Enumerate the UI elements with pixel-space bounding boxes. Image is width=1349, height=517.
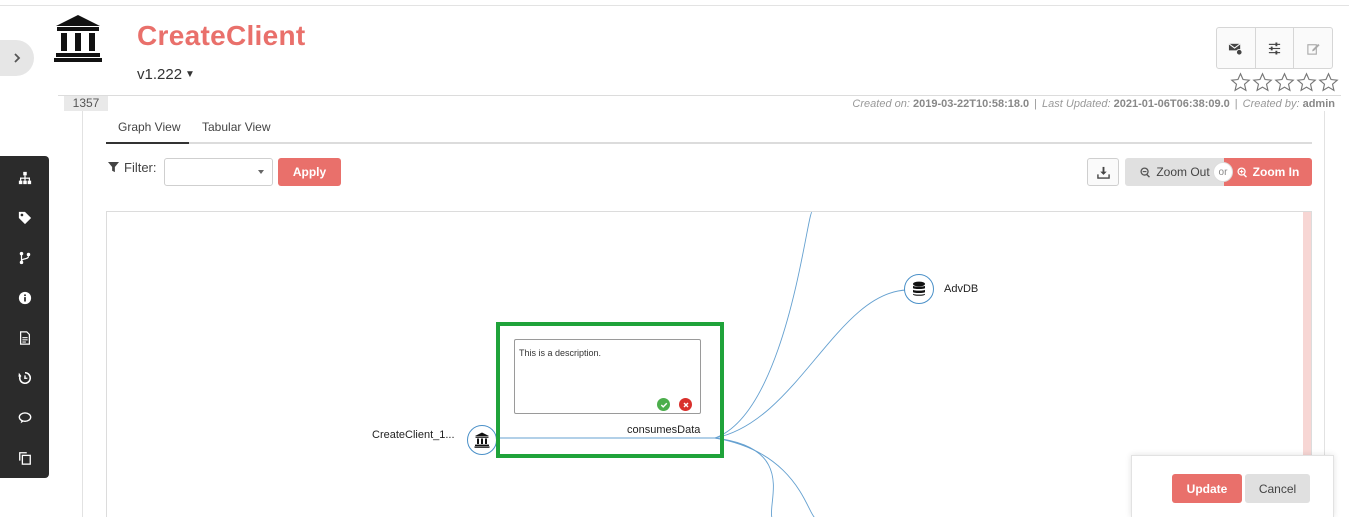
meta-divider: [58, 95, 1341, 96]
caret-down-icon: [258, 170, 264, 174]
view-tabs: Graph View Tabular View: [106, 113, 1312, 144]
subscribe-button[interactable]: [1217, 28, 1256, 68]
edit-icon: [1306, 43, 1320, 55]
created-by-value: admin: [1302, 98, 1335, 110]
meta-info: Created on: 2019-03-22T10:58:18.0 | Last U…: [852, 98, 1335, 110]
database-icon: [913, 281, 925, 296]
description-text: This is a description.: [519, 348, 602, 358]
zoom-out-icon: [1140, 166, 1151, 178]
version-dropdown[interactable]: v1.222 ▼: [137, 66, 195, 83]
zoom-in-button[interactable]: Zoom In: [1224, 158, 1312, 186]
close-icon: [683, 402, 688, 407]
sidebar-item-hierarchy[interactable]: [0, 158, 49, 198]
check-icon: [660, 402, 667, 408]
app-frame: CreateClient v1.222 ▼ 1357 Created on: 20…: [0, 0, 1349, 517]
active-tab-indicator: [106, 142, 189, 144]
caret-down-icon: ▼: [185, 69, 195, 80]
sidebar-item-tags[interactable]: [0, 198, 49, 238]
star-outline-icon[interactable]: [1252, 72, 1273, 93]
chevron-right-icon: [14, 53, 21, 63]
comments-icon: [18, 412, 31, 424]
top-divider: [0, 5, 1349, 6]
version-label: v1.222: [137, 66, 183, 83]
edge-line: [714, 437, 815, 517]
bank-icon: [474, 432, 490, 448]
zoom-out-label: Zoom Out: [1156, 165, 1210, 179]
settings-button[interactable]: [1256, 28, 1295, 68]
history-icon: [17, 371, 31, 385]
star-outline-icon[interactable]: [1296, 72, 1317, 93]
apply-button[interactable]: Apply: [278, 158, 341, 186]
cancel-button[interactable]: Cancel: [1245, 474, 1310, 503]
rating-stars[interactable]: [1230, 72, 1339, 93]
tab-tabular-view[interactable]: Tabular View: [202, 120, 270, 134]
graph-node-createclient[interactable]: [467, 425, 497, 455]
page-title: CreateClient: [137, 20, 306, 51]
zoom-out-button[interactable]: Zoom Out: [1125, 158, 1225, 186]
sidebar-item-comments[interactable]: [0, 398, 49, 438]
zoom-in-label: Zoom In: [1252, 165, 1300, 179]
sidebar-item-history[interactable]: [0, 358, 49, 398]
filter-select[interactable]: [164, 158, 273, 186]
edge-line: [714, 212, 813, 439]
filter-label-text: Filter:: [124, 160, 157, 175]
update-button[interactable]: Update: [1172, 474, 1242, 503]
created-label: Created on:: [852, 98, 910, 110]
header-toolbar: [1216, 27, 1333, 69]
description-editor[interactable]: This is a description.: [514, 339, 701, 414]
left-sidebar: [0, 156, 49, 478]
updated-label: Last Updated:: [1042, 98, 1111, 110]
download-icon: [1096, 166, 1110, 179]
created-value: 2019-03-22T10:58:18.0: [912, 98, 1030, 110]
created-by-label: Created by:: [1242, 98, 1300, 110]
tab-graph-view[interactable]: Graph View: [118, 120, 180, 134]
or-separator: or: [1213, 162, 1233, 182]
id-badge: 1357: [64, 96, 108, 111]
branch-icon: [19, 251, 30, 265]
graph-node-label: CreateClient_1...: [372, 429, 455, 441]
sliders-icon: [1268, 42, 1281, 54]
mail-settings-icon: [1228, 42, 1243, 56]
expand-sidebar-button[interactable]: [0, 40, 34, 76]
updated-value: 2021-01-06T06:38:09.0: [1113, 98, 1230, 110]
bank-icon: [54, 15, 102, 62]
tag-icon: [18, 211, 31, 225]
sidebar-item-info[interactable]: [0, 278, 49, 318]
edit-button[interactable]: [1294, 28, 1332, 68]
sidebar-item-copy[interactable]: [0, 438, 49, 478]
info-icon: [18, 291, 31, 305]
sidebar-item-document[interactable]: [0, 318, 49, 358]
zoom-in-icon: [1237, 166, 1247, 178]
star-outline-icon[interactable]: [1318, 72, 1339, 93]
confirm-description-button[interactable]: [657, 398, 670, 411]
cancel-description-button[interactable]: [679, 398, 692, 411]
star-outline-icon[interactable]: [1230, 72, 1251, 93]
filter-icon: [108, 162, 119, 173]
document-icon: [19, 331, 30, 345]
star-outline-icon[interactable]: [1274, 72, 1295, 93]
hierarchy-icon: [18, 171, 31, 185]
sidebar-item-branch[interactable]: [0, 238, 49, 278]
graph-node-advdb[interactable]: [904, 274, 934, 304]
graph-node-label: AdvDB: [944, 283, 979, 295]
filter-label: Filter:: [108, 160, 157, 175]
copy-icon: [18, 452, 31, 465]
download-button[interactable]: [1087, 158, 1119, 186]
